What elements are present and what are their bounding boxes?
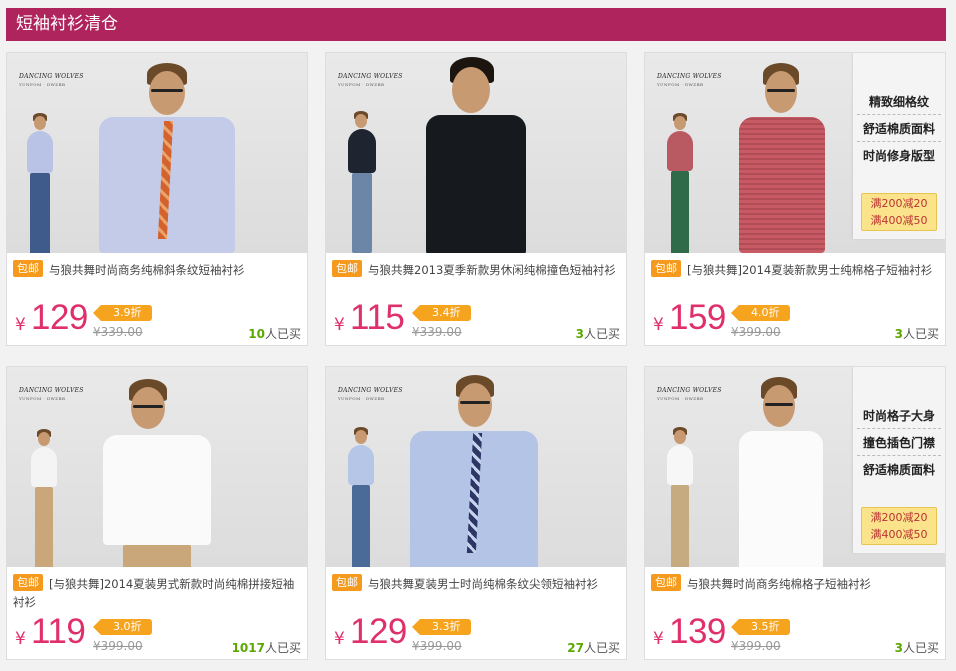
brand-logo: DANCING WOLVES YUNFOM · DWZBB	[19, 387, 84, 401]
product-image[interactable]: DANCING WOLVES YUNFOM · DWZBB 时尚格子大身 撞色插色…	[645, 367, 945, 567]
currency-symbol: ¥	[653, 315, 664, 335]
promo-deal-badge: 满200减20 满400减50	[861, 507, 937, 545]
product-title[interactable]: [与狼共舞]2014夏装新款男士纯棉格子短袖衬衫	[651, 261, 939, 279]
original-price: ¥399.00	[731, 325, 781, 339]
product-title[interactable]: 与狼共舞2013夏季新款男休闲纯棉撞色短袖衬衫	[332, 261, 620, 279]
promo-deal-badge: 满200减20 满400减50	[861, 193, 937, 231]
original-price: ¥399.00	[93, 639, 143, 653]
sold-count: 27人已买	[567, 641, 620, 655]
sold-count: 3人已买	[575, 327, 620, 341]
currency-symbol: ¥	[334, 629, 345, 649]
product-title[interactable]: 与狼共舞时尚商务纯棉格子短袖衬衫	[651, 575, 939, 593]
product-image[interactable]: DANCING WOLVES YUNFOM · DWZBB	[326, 367, 626, 567]
sold-count: 10人已买	[248, 327, 301, 341]
sale-price: 115	[350, 298, 405, 337]
product-card[interactable]: DANCING WOLVES YUNFOM · DWZBB 精致细格纹 舒适棉质面…	[644, 52, 946, 346]
product-title[interactable]: [与狼共舞]2014夏装男式新款时尚纯棉拼接短袖衬衫	[13, 575, 301, 611]
section-header: 短袖衬衫清仓	[6, 8, 946, 41]
sale-price: 129	[350, 612, 407, 651]
original-price: ¥339.00	[412, 325, 462, 339]
sold-count: 1017人已买	[231, 641, 301, 655]
promo-feature: 时尚格子大身	[857, 407, 941, 429]
discount-badge: 3.3折	[412, 619, 471, 635]
sale-price: 119	[31, 612, 86, 651]
original-price: ¥399.00	[412, 639, 462, 653]
promo-feature: 舒适棉质面料	[862, 463, 935, 477]
promo-feature: 舒适棉质面料	[857, 120, 941, 142]
product-card[interactable]: DANCING WOLVES YUNFOM · DWZBB 包邮 [与狼共舞]20…	[6, 366, 308, 660]
currency-symbol: ¥	[15, 629, 26, 649]
promo-feature: 时尚修身版型	[862, 149, 935, 163]
promo-box: 时尚格子大身 撞色插色门襟 舒适棉质面料 满200减20 满400减50	[853, 367, 945, 553]
currency-symbol: ¥	[15, 315, 26, 335]
product-image[interactable]: DANCING WOLVES YUNFOM · DWZBB	[7, 367, 307, 567]
promo-feature: 精致细格纹	[857, 93, 941, 115]
currency-symbol: ¥	[334, 315, 345, 335]
product-title[interactable]: 与狼共舞夏装男士时尚纯棉条纹尖领短袖衬衫	[332, 575, 620, 593]
brand-logo: DANCING WOLVES YUNFOM · DWZBB	[19, 73, 84, 87]
product-card[interactable]: DANCING WOLVES YUNFOM · DWZBB 时尚格子大身 撞色插色…	[644, 366, 946, 660]
brand-logo: DANCING WOLVES YUNFOM · DWZBB	[657, 73, 722, 87]
product-image[interactable]: DANCING WOLVES YUNFOM · DWZBB 精致细格纹 舒适棉质面…	[645, 53, 945, 253]
discount-badge: 4.0折	[731, 305, 790, 321]
discount-badge: 3.0折	[93, 619, 152, 635]
product-card[interactable]: DANCING WOLVES YUNFOM · DWZBB 包邮 与狼共舞夏装男士…	[325, 366, 627, 660]
discount-badge: 3.9折	[93, 305, 152, 321]
product-image[interactable]: DANCING WOLVES YUNFOM · DWZBB	[326, 53, 626, 253]
discount-badge: 3.4折	[412, 305, 471, 321]
original-price: ¥339.00	[93, 325, 143, 339]
sold-count: 3人已买	[894, 641, 939, 655]
promo-box: 精致细格纹 舒适棉质面料 时尚修身版型 满200减20 满400减50	[853, 53, 945, 239]
promo-feature: 撞色插色门襟	[857, 434, 941, 456]
sale-price: 159	[669, 298, 726, 337]
section-title: 短袖衬衫清仓	[16, 14, 118, 34]
brand-logo: DANCING WOLVES YUNFOM · DWZBB	[657, 387, 722, 401]
sale-price: 129	[31, 298, 88, 337]
sale-price: 139	[669, 612, 726, 651]
product-card[interactable]: DANCING WOLVES YUNFOM · DWZBB 包邮 与狼共舞时尚商务…	[6, 52, 308, 346]
product-image[interactable]: DANCING WOLVES YUNFOM · DWZBB	[7, 53, 307, 253]
brand-logo: DANCING WOLVES YUNFOM · DWZBB	[338, 73, 403, 87]
brand-logo: DANCING WOLVES YUNFOM · DWZBB	[338, 387, 403, 401]
currency-symbol: ¥	[653, 629, 664, 649]
original-price: ¥399.00	[731, 639, 781, 653]
product-card[interactable]: DANCING WOLVES YUNFOM · DWZBB 包邮 与狼共舞2013…	[325, 52, 627, 346]
discount-badge: 3.5折	[731, 619, 790, 635]
product-title[interactable]: 与狼共舞时尚商务纯棉斜条纹短袖衬衫	[13, 261, 301, 279]
sold-count: 3人已买	[894, 327, 939, 341]
